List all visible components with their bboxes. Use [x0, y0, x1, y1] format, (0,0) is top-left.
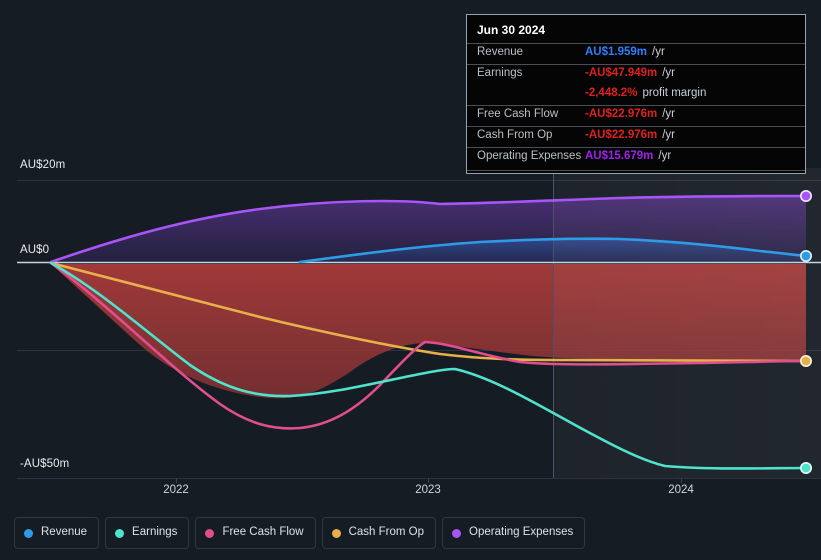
tooltip-row-revenue: Revenue AU$1.959m /yr — [467, 43, 805, 64]
legend-dot-earnings-icon — [115, 528, 125, 538]
y-axis-label-top: AU$20m — [20, 159, 66, 171]
legend-label-free-cash-flow: Free Cash Flow — [222, 526, 304, 539]
tooltip-unit-operating-expenses: /yr — [658, 150, 672, 162]
chart-legend: Revenue Earnings Free Cash Flow Cash Fro… — [14, 517, 586, 549]
tooltip-key-operating-expenses: Operating Expenses — [477, 150, 582, 162]
x-axis-label-2022: 2022 — [163, 484, 189, 496]
legend-label-operating-expenses: Operating Expenses — [469, 526, 574, 539]
legend-label-earnings: Earnings — [132, 526, 178, 539]
tooltip-date: Jun 30 2024 — [477, 23, 546, 37]
x-axis-label-2024: 2024 — [668, 484, 694, 496]
legend-item-free-cash-flow[interactable]: Free Cash Flow — [195, 517, 316, 549]
endpoint-cash-from-op[interactable] — [799, 354, 812, 367]
tooltip-row-profit-margin: -2,448.2% profit margin — [467, 85, 805, 105]
tooltip-value-revenue: AU$1.959m — [585, 46, 648, 58]
financial-area-chart[interactable]: AU$20m AU$0 -AU$50m 2022 2023 2024 Jun 3… — [0, 0, 821, 560]
tooltip-row-free-cash-flow: Free Cash Flow -AU$22.976m /yr — [467, 105, 805, 126]
endpoint-earnings[interactable] — [799, 461, 812, 474]
legend-label-revenue: Revenue — [41, 526, 88, 539]
forecast-region — [553, 168, 821, 478]
legend-item-revenue[interactable]: Revenue — [14, 517, 100, 549]
tooltip-key-earnings: Earnings — [477, 67, 523, 79]
legend-item-earnings[interactable]: Earnings — [105, 517, 190, 549]
endpoint-operating-expenses[interactable] — [799, 190, 812, 203]
tooltip-unit-earnings: /yr — [662, 67, 676, 79]
legend-dot-revenue-icon — [24, 528, 33, 538]
y-axis-label-bottom: -AU$50m — [20, 458, 70, 470]
tooltip-unit-revenue: /yr — [652, 46, 665, 58]
tooltip-value-profit-margin: -2,448.2% — [585, 87, 638, 99]
tooltip-key-cash-from-op: Cash From Op — [477, 129, 553, 141]
tooltip-unit-profit-margin: profit margin — [642, 87, 707, 99]
tooltip-row-operating-expenses: Operating Expenses AU$15.679m /yr — [467, 147, 805, 168]
legend-dot-cash-from-op-icon — [331, 528, 341, 538]
tooltip-unit-cash-from-op: /yr — [662, 129, 676, 141]
legend-dot-free-cash-flow-icon — [205, 528, 215, 538]
tooltip-unit-free-cash-flow: /yr — [662, 108, 676, 120]
y-axis-label-zero: AU$0 — [20, 244, 50, 256]
legend-label-cash-from-op: Cash From Op — [348, 526, 425, 539]
tooltip-value-operating-expenses: AU$15.679m — [585, 150, 654, 162]
legend-item-operating-expenses[interactable]: Operating Expenses — [442, 517, 586, 549]
tooltip-key-free-cash-flow: Free Cash Flow — [477, 108, 559, 120]
tooltip-value-free-cash-flow: -AU$22.976m — [585, 108, 658, 120]
tooltip-key-revenue: Revenue — [477, 46, 524, 58]
endpoint-revenue[interactable] — [799, 250, 812, 263]
tooltip-value-earnings: -AU$47.949m — [585, 67, 658, 79]
x-axis-label-2023: 2023 — [415, 484, 441, 496]
tooltip-row-earnings: Earnings -AU$47.949m /yr — [467, 64, 805, 85]
chart-tooltip: Jun 30 2024 Revenue AU$1.959m /yr Earnin… — [466, 14, 806, 174]
tooltip-bottom-rule — [467, 170, 805, 171]
legend-item-cash-from-op[interactable]: Cash From Op — [321, 517, 437, 549]
tooltip-value-cash-from-op: -AU$22.976m — [585, 129, 658, 141]
tooltip-row-cash-from-op: Cash From Op -AU$22.976m /yr — [467, 126, 805, 147]
legend-dot-operating-expenses-icon — [452, 528, 462, 538]
